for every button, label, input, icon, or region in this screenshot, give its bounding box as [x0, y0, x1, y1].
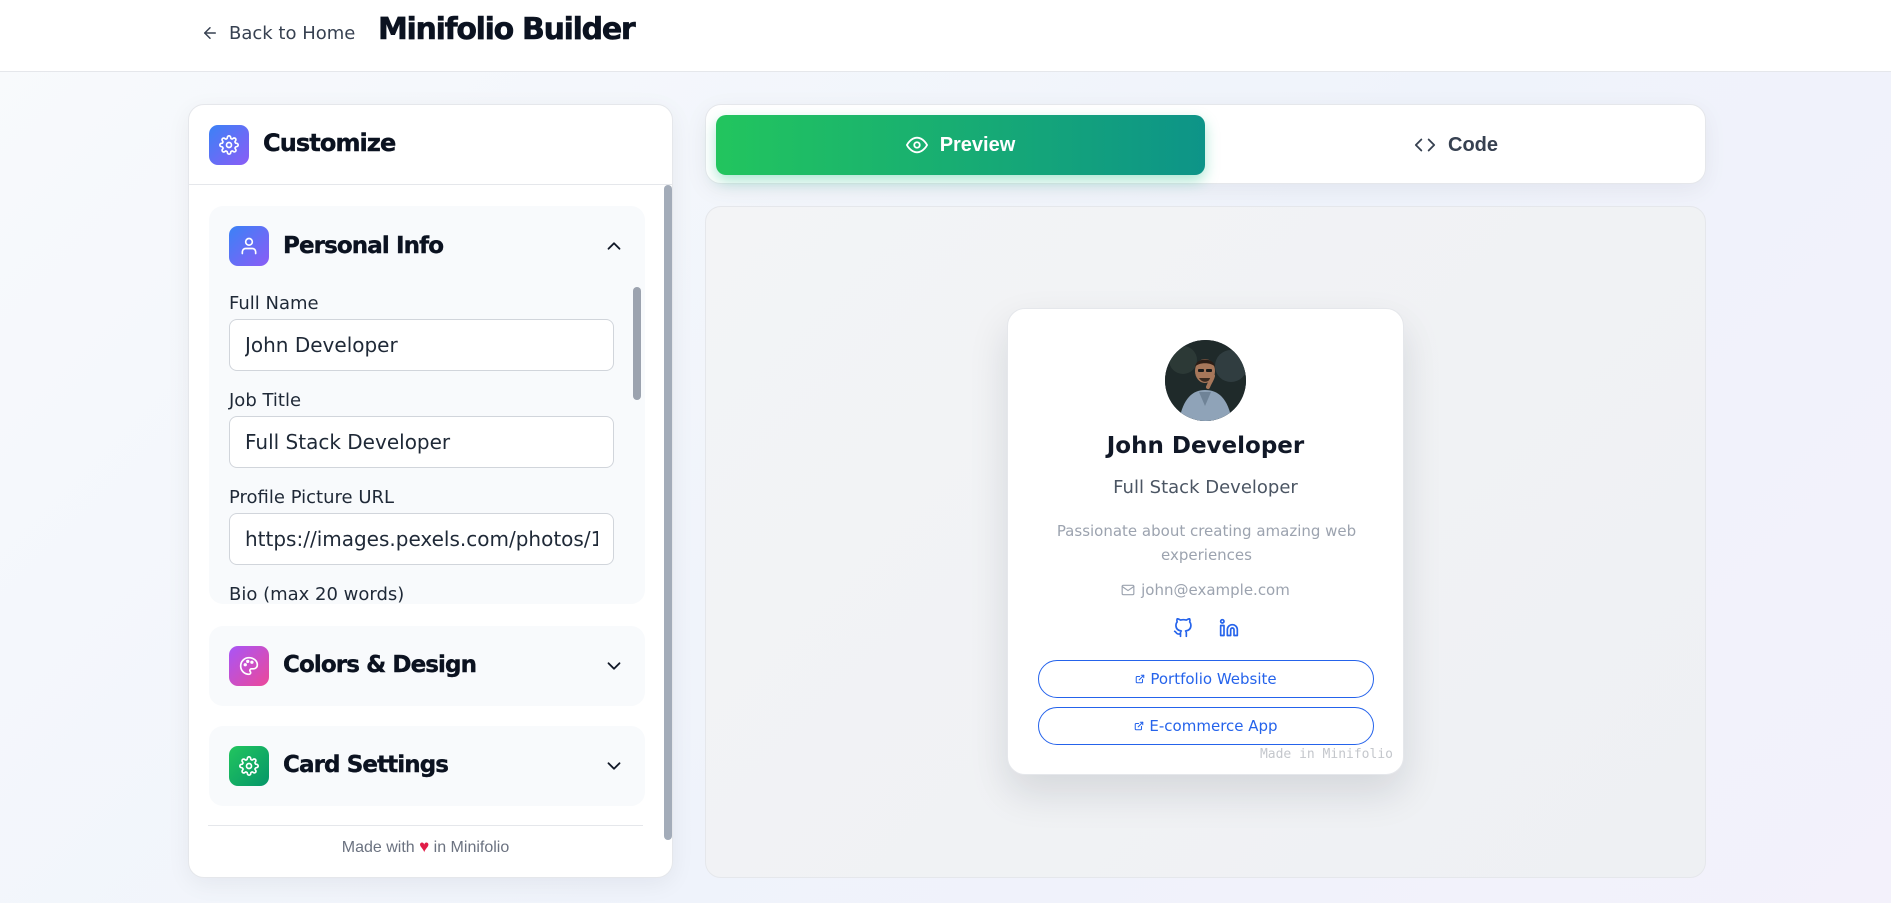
made-with-love-footer: Made with ♥ in Minifolio [208, 825, 643, 857]
customize-panel: Customize Personal Info Full Name Job Ti… [188, 104, 673, 878]
customize-panel-scrollbar[interactable] [664, 185, 672, 840]
portfolio-website-label: Portfolio Website [1150, 670, 1277, 688]
card-bio: Passionate about creating amazing web ex… [1056, 522, 1357, 564]
arrow-left-icon [204, 27, 216, 39]
card-settings-section[interactable]: Card Settings [209, 726, 645, 806]
portfolio-card-preview: John Developer Full Stack Developer Pass… [1007, 308, 1404, 775]
settings-icon [209, 125, 249, 165]
customize-panel-header: Customize [189, 105, 672, 185]
top-header: Back to Home Minifolio Builder [0, 0, 1891, 72]
job-title-label: Job Title [229, 390, 302, 411]
footer-prefix: Made with [341, 839, 415, 856]
job-title-input[interactable] [229, 416, 614, 468]
tab-preview[interactable]: Preview [716, 115, 1205, 175]
github-icon[interactable] [1173, 617, 1193, 638]
chevron-up-icon[interactable] [603, 235, 625, 257]
ecommerce-app-label: E-commerce App [1149, 717, 1278, 735]
social-links [1008, 617, 1403, 638]
colors-design-title: Colors & Design [283, 652, 477, 678]
full-name-label: Full Name [229, 293, 319, 314]
chevron-down-icon[interactable] [603, 755, 625, 777]
profile-picture-url-input[interactable] [229, 513, 614, 565]
card-watermark: Made in Minifolio [1259, 747, 1393, 762]
palette-icon [229, 646, 269, 686]
portfolio-website-link[interactable]: Portfolio Website [1038, 660, 1374, 698]
bio-label: Bio (max 20 words) [229, 584, 405, 605]
view-switcher: Preview Code [705, 104, 1706, 184]
tab-code-label: Code [1448, 133, 1498, 156]
avatar [1165, 340, 1246, 421]
code-icon [1414, 138, 1436, 152]
tab-code[interactable]: Code [1215, 115, 1697, 175]
user-icon [229, 226, 269, 266]
footer-suffix: in Minifolio [433, 839, 510, 856]
card-name: John Developer [1106, 433, 1305, 459]
colors-design-section[interactable]: Colors & Design [209, 626, 645, 706]
card-settings-title: Card Settings [283, 752, 449, 778]
back-to-home-label: Back to Home [229, 22, 356, 44]
external-link-icon [1136, 674, 1145, 684]
full-name-input[interactable] [229, 319, 614, 371]
profile-picture-url-label: Profile Picture URL [229, 487, 395, 508]
eye-icon [905, 136, 928, 154]
card-email[interactable]: john@example.com [1008, 581, 1403, 599]
customize-title: Customize [263, 129, 397, 157]
personal-info-title: Personal Info [283, 233, 444, 259]
card-settings-gear-icon [229, 746, 269, 786]
heart-icon: ♥ [419, 837, 430, 856]
external-link-icon [1135, 721, 1144, 731]
back-to-home-link[interactable]: Back to Home [201, 20, 355, 46]
personal-info-section: Personal Info Full Name Job Title Profil… [209, 206, 645, 605]
card-email-text: john@example.com [1141, 581, 1290, 599]
linkedin-icon[interactable] [1219, 618, 1239, 638]
ecommerce-app-link[interactable]: E-commerce App [1038, 707, 1374, 745]
app-title: Minifolio Builder [378, 12, 636, 48]
personal-info-scrollbar[interactable] [633, 287, 641, 400]
mail-icon [1121, 584, 1135, 596]
chevron-down-icon[interactable] [603, 655, 625, 677]
card-job-title: Full Stack Developer [1113, 477, 1298, 498]
tab-preview-label: Preview [939, 133, 1016, 156]
